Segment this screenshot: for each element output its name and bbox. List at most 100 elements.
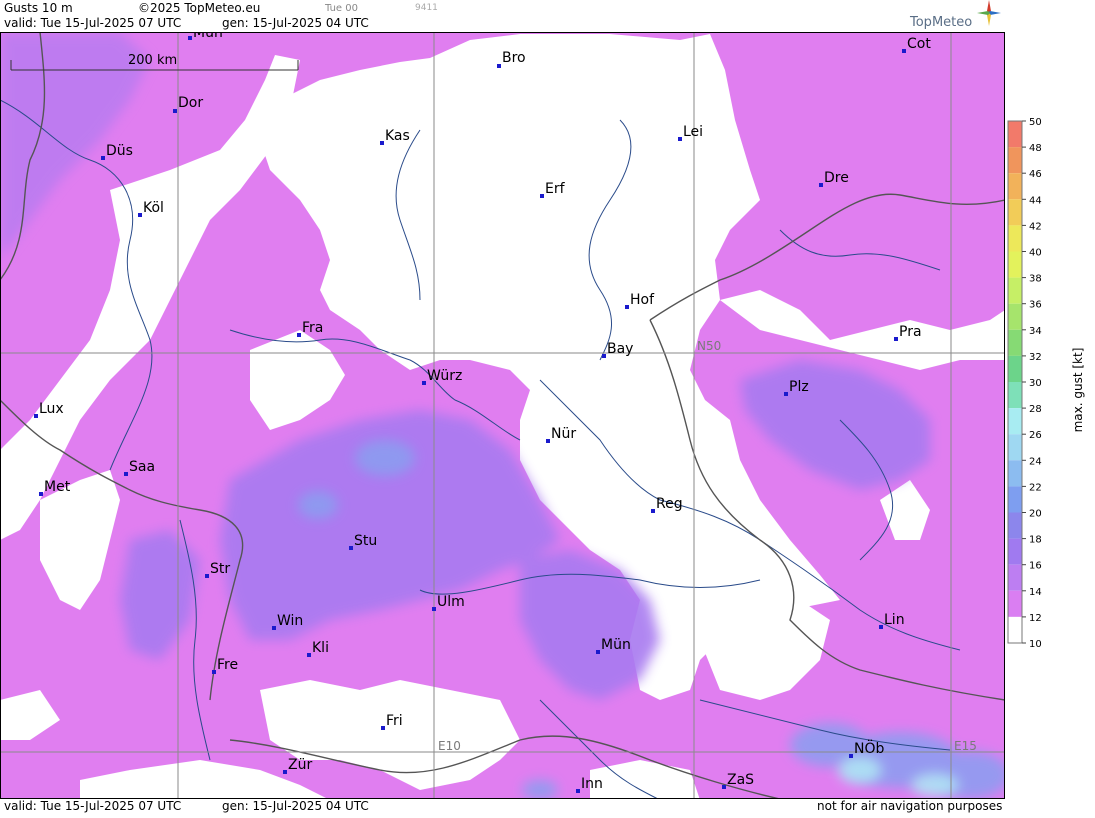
svg-text:Hof: Hof	[630, 292, 655, 308]
legend-swatch	[1008, 434, 1022, 461]
city-cot[interactable]: Cot	[902, 36, 931, 53]
svg-text:Nür: Nür	[551, 426, 576, 442]
legend-swatch	[1008, 303, 1022, 330]
legend-swatch	[1008, 538, 1022, 565]
svg-text:Mün: Mün	[193, 32, 223, 41]
legend-tick-label: 28	[1029, 404, 1042, 415]
svg-text:Inn: Inn	[581, 776, 603, 792]
legend-swatch	[1008, 251, 1022, 278]
gust-field: N50 E10 E15 200 km Mün Bro Cot Dor Kas L…	[0, 32, 1005, 799]
svg-text:Kas: Kas	[385, 128, 410, 144]
city-dre[interactable]: Dre	[819, 170, 849, 187]
svg-text:Mün: Mün	[601, 637, 631, 653]
legend-swatch	[1008, 199, 1022, 226]
legend-ticks: 50 48 46 44 42 40 38 36 34 32 30 28 26 24 22 20 18 16 14 12…	[1022, 117, 1042, 650]
legend-swatch	[1008, 355, 1022, 382]
city-ulm[interactable]: Ulm	[432, 594, 465, 611]
map-footer: valid: Tue 15-Jul-2025 07 UTC gen: 15-Ju…	[0, 799, 1005, 814]
city-inn[interactable]: Inn	[576, 776, 603, 793]
city-zur[interactable]: Zür	[283, 757, 312, 774]
legend-tick-label: 10	[1029, 639, 1042, 650]
legend-swatch	[1008, 564, 1022, 591]
svg-text:Bay: Bay	[607, 341, 633, 357]
legend-swatch	[1008, 512, 1022, 539]
legend-tick-label: 44	[1029, 195, 1042, 206]
generated-time: gen: 15-Jul-2025 04 UTC	[222, 16, 369, 30]
svg-text:Lei: Lei	[683, 124, 703, 140]
legend-tick-label: 34	[1029, 326, 1042, 337]
grid-label-lon-15: E15	[954, 739, 977, 753]
legend-swatch	[1008, 147, 1022, 174]
svg-text:Win: Win	[277, 613, 303, 629]
city-zas[interactable]: ZaS	[722, 772, 754, 789]
legend-swatch	[1008, 408, 1022, 435]
legend-swatch	[1008, 121, 1022, 148]
legend-tick-label: 36	[1029, 300, 1042, 311]
city-kas[interactable]: Kas	[380, 128, 410, 145]
city-mun[interactable]: Mün	[596, 637, 631, 654]
compass-icon	[977, 0, 1001, 26]
city-pra[interactable]: Pra	[894, 324, 922, 341]
city-nob[interactable]: NÖb	[849, 739, 884, 758]
city-reg[interactable]: Reg	[651, 496, 683, 513]
legend-tick-label: 12	[1029, 613, 1042, 624]
legend-tick-label: 14	[1029, 587, 1042, 598]
legend-tick-label: 18	[1029, 535, 1042, 546]
legend-tick-label: 24	[1029, 456, 1042, 467]
svg-text:Fre: Fre	[217, 657, 238, 673]
grid-label-lat: N50	[697, 339, 721, 353]
legend-swatch	[1008, 486, 1022, 513]
svg-text:Ulm: Ulm	[437, 594, 465, 610]
city-bay[interactable]: Bay	[602, 341, 633, 358]
legend-tick-label: 46	[1029, 169, 1042, 180]
svg-text:Fra: Fra	[302, 320, 323, 336]
svg-text:Köl: Köl	[143, 200, 164, 216]
city-wur[interactable]: Würz	[422, 368, 462, 385]
svg-text:Pra: Pra	[899, 324, 922, 340]
legend-swatch	[1008, 616, 1022, 643]
city-win[interactable]: Win	[272, 613, 303, 630]
legend-tick-label: 40	[1029, 248, 1042, 259]
valid-time: valid: Tue 15-Jul-2025 07 UTC	[4, 16, 182, 30]
city-saa[interactable]: Saa	[124, 459, 155, 476]
city-dus[interactable]: Düs	[101, 143, 133, 160]
city-stu[interactable]: Stu	[349, 533, 377, 550]
city-dor[interactable]: Dor	[173, 95, 203, 113]
legend-color-bar	[1007, 120, 1023, 644]
legend-swatch	[1008, 173, 1022, 200]
legend-tick-label: 42	[1029, 221, 1042, 232]
legend-swatch	[1008, 225, 1022, 252]
code-label: 9411	[415, 3, 438, 13]
svg-text:Met: Met	[44, 479, 71, 495]
svg-text:Lin: Lin	[884, 612, 905, 628]
svg-text:NÖb: NÖb	[854, 739, 884, 757]
gust-map[interactable]: N50 E10 E15 200 km Mün Bro Cot Dor Kas L…	[0, 32, 1005, 799]
legend-swatch	[1008, 382, 1022, 409]
map-header: Gusts 10 m ©2025 TopMeteo.eu Tue 00 9411…	[0, 0, 1005, 32]
product-title: Gusts 10 m	[4, 1, 73, 15]
color-legend: 50 48 46 44 42 40 38 36 34 32 30 28 26 24 22 20 18 16 14 12…	[1005, 0, 1095, 814]
city-mun-north[interactable]: Mün	[188, 32, 223, 41]
run-label: Tue 00	[325, 3, 358, 14]
svg-text:Würz: Würz	[427, 368, 462, 384]
legend-title: max. gust [kt]	[1071, 348, 1085, 433]
city-hof[interactable]: Hof	[625, 292, 655, 309]
svg-text:Düs: Düs	[106, 143, 133, 159]
svg-text:Dor: Dor	[178, 95, 203, 111]
city-lux[interactable]: Lux	[34, 401, 64, 418]
svg-text:Zür: Zür	[288, 757, 312, 773]
scale-label: 200 km	[128, 53, 177, 68]
svg-text:Stu: Stu	[354, 533, 377, 549]
grid-label-lon-10: E10	[438, 739, 461, 753]
city-nur[interactable]: Nür	[546, 426, 576, 443]
svg-text:Str: Str	[210, 561, 230, 577]
svg-text:ZaS: ZaS	[727, 772, 754, 788]
svg-text:Erf: Erf	[545, 181, 566, 197]
svg-text:Kli: Kli	[312, 640, 329, 656]
city-met[interactable]: Met	[39, 479, 71, 496]
svg-text:Lux: Lux	[39, 401, 64, 417]
legend-tick-label: 26	[1029, 430, 1042, 441]
city-bro[interactable]: Bro	[497, 50, 526, 68]
legend-tick-label: 20	[1029, 509, 1042, 520]
legend-tick-label: 16	[1029, 561, 1042, 572]
